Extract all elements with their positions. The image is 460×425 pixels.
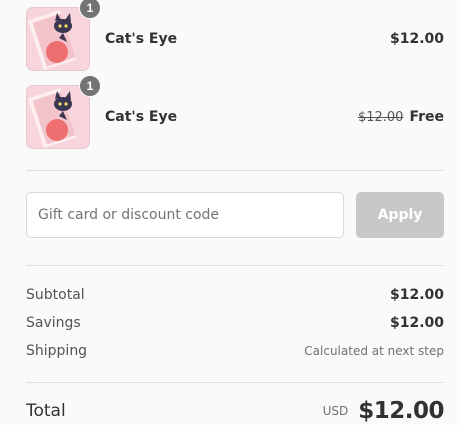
line-item: 1 Cat's Eye $12.00 [26,0,444,72]
product-price: $12.00 [390,31,444,47]
subtotal-row: Subtotal $12.00 [26,287,444,303]
subtotal-value: $12.00 [389,287,444,303]
divider [26,265,444,266]
savings-row: Savings $12.00 [26,315,444,331]
product-name: Cat's Eye [105,31,178,47]
shipping-row: Shipping Calculated at next step [26,343,444,359]
discount-code-input[interactable] [26,192,344,238]
savings-value: $12.00 [389,315,444,331]
currency-code: USD [322,404,349,418]
shipping-label: Shipping [26,343,88,359]
product-name: Cat's Eye [105,109,178,125]
line-item: 1 Cat's Eye $12.00 Free [26,75,444,150]
product-image [26,85,90,149]
total-value: $12.00 [358,398,444,424]
divider [26,170,444,171]
quantity-badge: 1 [79,0,101,19]
price-value: $12.00 [389,31,444,47]
order-summary: 1 Cat's Eye $12.00 1 Cat's Eye $12.00 Fr… [0,0,460,425]
total-amount: USD $12.00 [322,398,445,424]
apply-button[interactable]: Apply [356,192,444,238]
product-thumbnail-wrap: 1 [26,0,101,71]
total-label: Total [26,401,66,421]
price-value: Free [409,109,444,125]
quantity-badge: 1 [79,75,101,97]
subtotal-label: Subtotal [26,287,85,303]
savings-label: Savings [26,315,81,331]
shipping-value: Calculated at next step [304,344,444,358]
original-price: $12.00 [357,110,404,125]
divider [26,382,444,383]
product-image [26,7,90,71]
product-thumbnail-wrap: 1 [26,75,101,149]
total-row: Total USD $12.00 [26,398,444,424]
product-price: $12.00 Free [358,109,444,125]
discount-form: Apply [26,192,444,238]
